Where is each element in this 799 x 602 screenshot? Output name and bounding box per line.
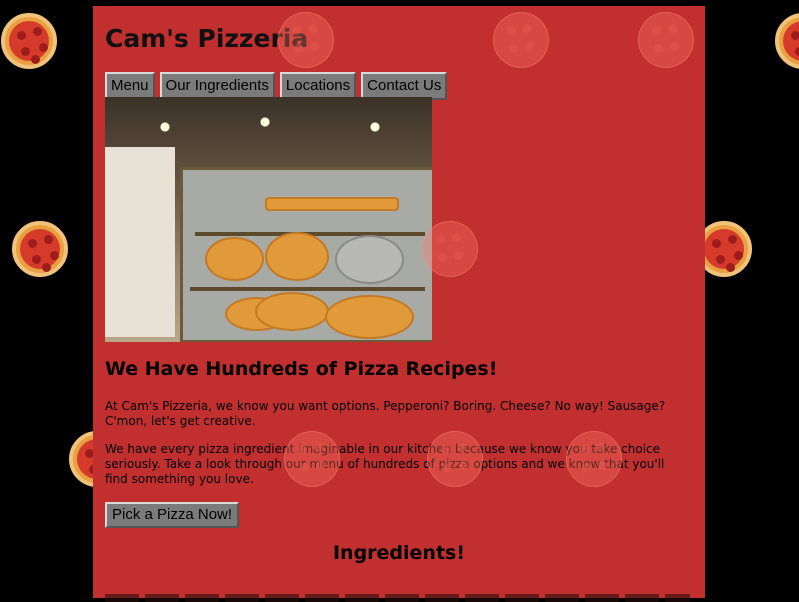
nav-menu-button[interactable]: Menu (105, 72, 155, 100)
pizza-icon (566, 431, 622, 487)
pick-pizza-button[interactable]: Pick a Pizza Now! (105, 502, 240, 528)
pizza-icon (1, 13, 57, 69)
ingredients-heading: Ingredients! (332, 542, 466, 564)
pizza-icon (12, 221, 68, 277)
content-panel: Cam's Pizzeria Menu Our Ingredients Loca… (93, 6, 705, 602)
pizza-icon (638, 12, 694, 68)
pizza-icon (775, 13, 799, 69)
nav-ingredients-button[interactable]: Our Ingredients (159, 72, 275, 100)
cut-off-text (105, 594, 690, 602)
main-nav: Menu Our Ingredients Locations Contact U… (105, 72, 448, 100)
pizza-icon (278, 12, 334, 68)
pizzeria-photo (105, 97, 432, 342)
pizza-icon (422, 221, 478, 277)
pizza-icon (493, 12, 549, 68)
headline: We Have Hundreds of Pizza Recipes! (105, 358, 498, 380)
intro-paragraph: At Cam's Pizzeria, we know you want opti… (105, 399, 666, 428)
pizza-icon (284, 431, 340, 487)
nav-contact-button[interactable]: Contact Us (361, 72, 448, 100)
pizza-icon (427, 431, 483, 487)
nav-locations-button[interactable]: Locations (279, 72, 357, 100)
